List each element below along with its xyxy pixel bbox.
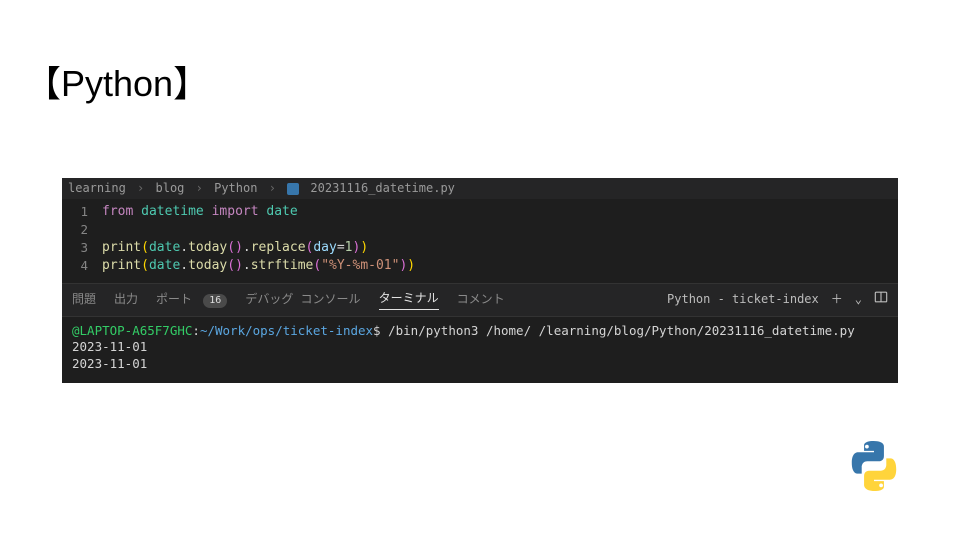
code-line: from datetime import date <box>102 203 898 221</box>
method: today <box>188 258 227 273</box>
chevron-right-icon: › <box>137 181 144 195</box>
method: replace <box>251 240 306 255</box>
terminal-line: 2023-11-01 <box>72 339 888 356</box>
panel-right-controls: Python - ticket-index ＋ ⌄ <box>667 290 888 309</box>
plus-icon[interactable]: ＋ <box>831 291 843 308</box>
tab-terminal[interactable]: ターミナル <box>379 290 439 310</box>
breadcrumb: learning › blog › Python › 20231116_date… <box>62 178 898 199</box>
keyword: from <box>102 204 133 219</box>
breadcrumb-seg[interactable]: Python <box>214 181 257 195</box>
split-panel-icon[interactable] <box>874 290 888 309</box>
line-number: 3 <box>62 239 88 257</box>
operator: = <box>337 240 345 255</box>
prompt-path: ~/Work/ops/ticket-index <box>200 323 373 338</box>
terminal-profile-label[interactable]: Python - ticket-index <box>667 291 819 308</box>
string: "%Y-%m-01" <box>321 258 399 273</box>
module: datetime <box>141 204 204 219</box>
code-line: print(date.today().strftime("%Y-%m-01")) <box>102 257 898 275</box>
vscode-screenshot: learning › blog › Python › 20231116_date… <box>62 178 898 383</box>
function: print <box>102 240 141 255</box>
tab-ports-label: ポート <box>156 292 192 306</box>
chevron-right-icon: › <box>269 181 276 195</box>
tab-problems[interactable]: 問題 <box>72 291 96 308</box>
slide-title: 【Python】 <box>25 55 209 107</box>
prompt-dollar: $ <box>373 323 388 338</box>
tab-debug-console[interactable]: デバッグ コンソール <box>245 291 360 308</box>
chevron-down-icon[interactable]: ⌄ <box>855 291 862 308</box>
line-number: 2 <box>62 221 88 239</box>
terminal-output[interactable]: @LAPTOP-A65F7GHC:~/Work/ops/ticket-index… <box>62 317 898 384</box>
class: date <box>149 258 180 273</box>
python-file-icon <box>287 183 299 195</box>
tab-comments[interactable]: コメント <box>457 291 505 308</box>
prompt-sep: : <box>192 323 200 338</box>
tab-output[interactable]: 出力 <box>114 291 138 308</box>
panel-tabs: 問題 出力 ポート 16 デバッグ コンソール ターミナル コメント Pytho… <box>62 283 898 317</box>
code-line <box>102 221 898 239</box>
function: print <box>102 258 141 273</box>
tab-ports[interactable]: ポート 16 <box>156 291 227 308</box>
breadcrumb-seg[interactable]: blog <box>156 181 185 195</box>
chevron-right-icon: › <box>196 181 203 195</box>
line-number: 1 <box>62 203 88 221</box>
method: today <box>188 240 227 255</box>
code-editor[interactable]: 1 2 3 4 from datetime import date print(… <box>62 199 898 283</box>
command: /learning/blog/Python/20231116_datetime.… <box>539 323 855 338</box>
method: strftime <box>251 258 314 273</box>
terminal-line: 2023-11-01 <box>72 356 888 373</box>
keyword: import <box>212 204 259 219</box>
line-number: 4 <box>62 257 88 275</box>
code-line: print(date.today().replace(day=1)) <box>102 239 898 257</box>
breadcrumb-seg[interactable]: learning <box>68 181 126 195</box>
number: 1 <box>345 240 353 255</box>
terminal-line: @LAPTOP-A65F7GHC:~/Work/ops/ticket-index… <box>72 323 888 340</box>
class: date <box>149 240 180 255</box>
command: /bin/python3 /home/ <box>388 323 531 338</box>
code-lines: from datetime import date print(date.tod… <box>102 203 898 275</box>
breadcrumb-file[interactable]: 20231116_datetime.py <box>310 181 455 195</box>
arg-name: day <box>313 240 336 255</box>
ports-badge: 16 <box>203 294 227 308</box>
identifier: date <box>266 204 297 219</box>
line-number-gutter: 1 2 3 4 <box>62 203 102 275</box>
prompt-host: @LAPTOP-A65F7GHC <box>72 323 192 338</box>
python-logo-icon <box>848 440 900 492</box>
